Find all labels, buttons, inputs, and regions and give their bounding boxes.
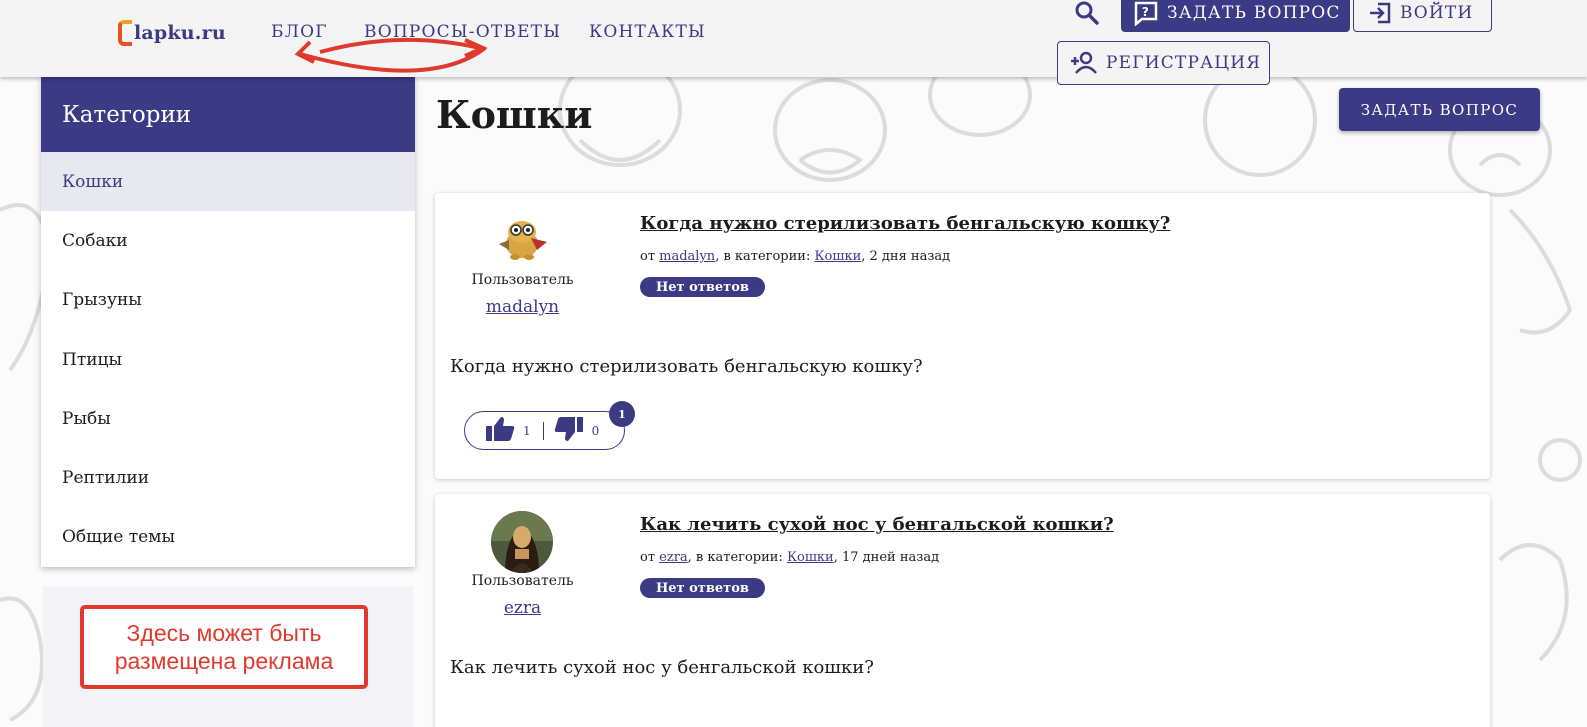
ad-line-1: Здесь может быть	[126, 620, 322, 646]
login-button[interactable]: ВОЙТИ	[1353, 0, 1492, 32]
register-button[interactable]: РЕГИСТРАЦИЯ	[1057, 41, 1270, 85]
ad-block: Здесь может быть размещена реклама	[43, 586, 413, 727]
meta-author-link[interactable]: ezra	[659, 550, 688, 565]
question-title-link[interactable]: Как лечить сухой нос у бенгальской кошки…	[640, 514, 1114, 535]
toy-avatar-icon[interactable]	[491, 210, 553, 272]
search-button[interactable]	[1073, 0, 1101, 26]
thumbs-down-icon[interactable]	[554, 416, 584, 446]
svg-text:?: ?	[1142, 5, 1150, 19]
sidebar-item-dogs[interactable]: Собаки	[41, 211, 415, 270]
search-icon	[1075, 1, 1099, 25]
meta-mid: , в категории:	[715, 249, 815, 264]
top-header: lapku.ru БЛОГ ВОПРОСЫ-ОТВЕТЫ КОНТАКТЫ ? …	[0, 0, 1587, 85]
header-ask-question-button[interactable]: ? ЗАДАТЬ ВОПРОС	[1121, 0, 1350, 32]
meta-time: , 17 дней назад	[833, 550, 940, 565]
meta-mid: , в категории:	[687, 550, 787, 565]
mona-lisa-avatar-icon[interactable]	[491, 511, 553, 573]
sidebar-item-general[interactable]: Общие темы	[41, 508, 415, 567]
user-role: Пользователь	[471, 272, 574, 288]
vote-widget: 1 0	[464, 411, 625, 450]
ad-line-2: размещена реклама	[114, 648, 334, 674]
user-name-link[interactable]: ezra	[435, 598, 610, 618]
ad-placeholder: Здесь может быть размещена реклама	[80, 605, 368, 689]
like-count: 1	[523, 423, 531, 438]
add-user-icon	[1070, 51, 1098, 75]
logo-mark-icon	[118, 20, 132, 46]
question-title-link[interactable]: Когда нужно стерилизовать бенгальскую ко…	[640, 213, 1170, 234]
thumbs-up-icon[interactable]	[485, 416, 515, 446]
question-body: Когда нужно стерилизовать бенгальскую ко…	[450, 356, 923, 377]
nav-contacts[interactable]: КОНТАКТЫ	[589, 22, 706, 42]
meta-time: , 2 дня назад	[861, 249, 951, 264]
no-answers-badge: Нет ответов	[640, 277, 765, 297]
ask-question-button[interactable]: ЗАДАТЬ ВОПРОС	[1339, 88, 1540, 131]
user-role: Пользователь	[471, 573, 574, 589]
annotation-arrows	[294, 37, 488, 73]
meta-category-link[interactable]: Кошки	[787, 550, 834, 565]
meta-category-link[interactable]: Кошки	[814, 249, 861, 264]
question-meta: от ezra, в категории: Кошки, 17 дней наз…	[640, 550, 939, 565]
user-name-link[interactable]: madalyn	[435, 297, 610, 317]
sidebar-item-rodents[interactable]: Грызуны	[41, 271, 415, 330]
meta-author-link[interactable]: madalyn	[659, 249, 715, 264]
site-logo[interactable]: lapku.ru	[118, 18, 226, 48]
meta-prefix: от	[640, 249, 660, 264]
question-card: Пользователь madalyn Когда нужно стерили…	[435, 193, 1490, 479]
question-card: Пользователь ezra Как лечить сухой нос у…	[435, 494, 1490, 727]
nav-blog[interactable]: БЛОГ	[271, 22, 328, 42]
vote-divider	[542, 421, 544, 440]
question-bubble-icon: ?	[1133, 0, 1159, 26]
sidebar-item-fish[interactable]: Рыбы	[41, 389, 415, 448]
dislike-count: 0	[591, 423, 600, 438]
sidebar-item-cats[interactable]: Кошки	[41, 152, 415, 212]
header-ask-question-label: ЗАДАТЬ ВОПРОС	[1167, 3, 1341, 23]
question-body: Как лечить сухой нос у бенгальской кошки…	[450, 657, 874, 678]
vote-count-badge: 1	[609, 401, 635, 427]
page-title: Кошки	[436, 92, 593, 137]
register-label: РЕГИСТРАЦИЯ	[1106, 53, 1262, 73]
question-meta: от madalyn, в категории: Кошки, 2 дня на…	[640, 249, 950, 264]
no-answers-badge: Нет ответов	[640, 578, 765, 598]
sidebar-item-birds[interactable]: Птицы	[41, 330, 415, 389]
meta-prefix: от	[640, 550, 660, 565]
logo-text: lapku.ru	[134, 22, 226, 44]
login-label: ВОЙТИ	[1400, 3, 1474, 23]
categories-sidebar: Категории Кошки Собаки Грызуны Птицы Рыб…	[41, 77, 415, 567]
login-icon	[1368, 1, 1392, 25]
sidebar-item-reptiles[interactable]: Рептилии	[41, 448, 415, 507]
